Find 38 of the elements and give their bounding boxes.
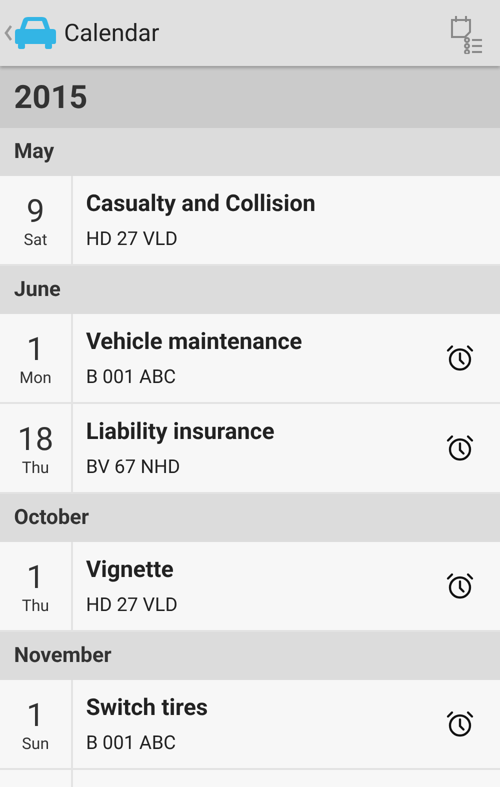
month-label: June <box>14 278 61 302</box>
event-row[interactable]: 1 Sun Switch tires B 001 ABC <box>0 680 500 770</box>
event-row[interactable]: 9 Sat Casualty and Collision HD 27 VLD <box>0 176 500 266</box>
year-label: 2015 <box>14 78 88 116</box>
event-weekday: Mon <box>20 368 52 386</box>
event-day: 1 <box>26 330 44 368</box>
alarm-clock-icon <box>445 433 475 463</box>
license-plate: HD 27 VLD <box>86 593 179 616</box>
month-label: May <box>14 140 54 164</box>
event-day: 1 <box>26 696 44 734</box>
event-row[interactable]: 1 Thu Vignette HD 27 VLD <box>0 542 500 632</box>
alarm-clock-icon <box>445 709 475 739</box>
event-day: 1 <box>26 558 44 596</box>
event-title: Liability insurance <box>86 418 276 445</box>
license-plate: B 001 ABC <box>86 365 177 388</box>
event-title: Vehicle maintenance <box>86 328 304 355</box>
event-weekday: Sun <box>22 734 50 752</box>
event-weekday: Thu <box>22 596 50 614</box>
license-plate: BV 67 NHD <box>86 455 182 478</box>
license-plate: HD 27 VLD <box>86 227 179 250</box>
event-row[interactable]: 18 Thu Liability insurance BV 67 NHD <box>0 404 500 494</box>
event-row[interactable]: 1 Mon Vehicle maintenance B 001 ABC <box>0 314 500 404</box>
license-plate: B 001 ABC <box>86 731 177 754</box>
chevron-left-icon <box>4 24 12 42</box>
up-button[interactable] <box>4 16 56 50</box>
event-title: Casualty and Collision <box>86 190 316 217</box>
event-day: 9 <box>26 192 44 230</box>
event-weekday: Sat <box>24 230 48 248</box>
event-title: Vignette <box>86 556 175 583</box>
alarm-clock-icon <box>445 343 475 373</box>
month-label: November <box>14 644 112 668</box>
app-title: Calendar <box>64 19 160 47</box>
car-icon <box>14 16 56 50</box>
event-title: Switch tires <box>86 694 209 721</box>
event-weekday: Thu <box>22 458 50 476</box>
alarm-clock-icon <box>445 571 475 601</box>
event-day: 18 <box>18 420 54 458</box>
month-label: October <box>14 506 89 530</box>
